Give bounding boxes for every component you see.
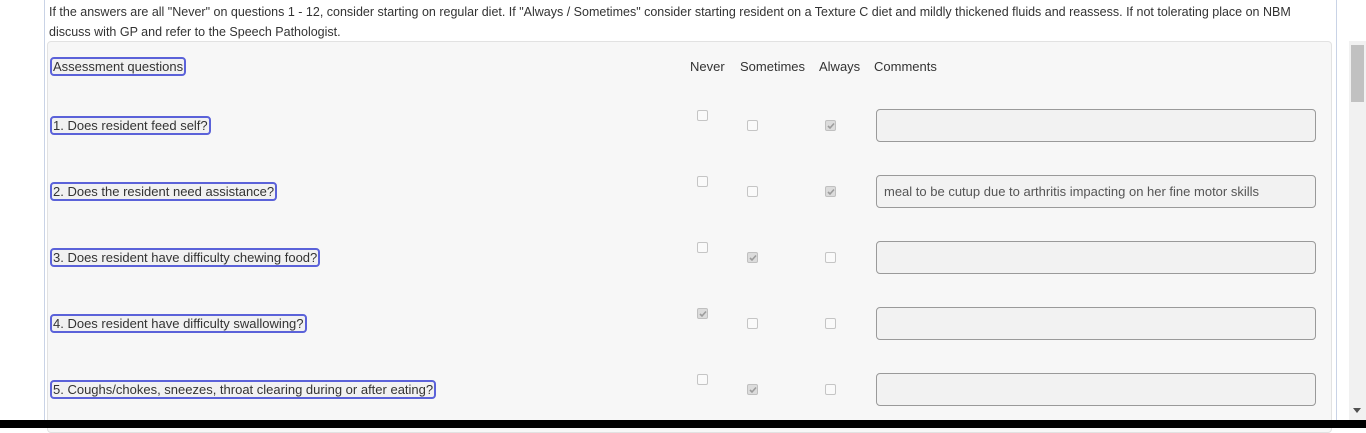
chevron-down-icon[interactable]: [1352, 405, 1362, 415]
always-checkbox[interactable]: [825, 186, 836, 197]
sometimes-checkbox[interactable]: [747, 186, 758, 197]
question-label: 2. Does the resident need assistance?: [50, 182, 278, 201]
check-icon: [749, 254, 757, 262]
assessment-questions-header: Assessment questions: [50, 57, 187, 76]
page-border-right: [1336, 0, 1337, 420]
column-comments: Comments: [874, 59, 937, 74]
question-label: 5. Coughs/chokes, sneezes, throat cleari…: [50, 380, 437, 399]
never-checkbox[interactable]: [697, 308, 708, 319]
check-icon: [827, 188, 835, 196]
sometimes-checkbox[interactable]: [747, 384, 758, 395]
comment-input[interactable]: [876, 109, 1316, 142]
column-sometimes: Sometimes: [740, 59, 806, 74]
never-checkbox[interactable]: [697, 242, 708, 253]
check-icon: [749, 386, 757, 394]
question-label: 4. Does resident have difficulty swallow…: [50, 314, 307, 333]
check-icon: [827, 122, 835, 130]
vertical-scrollbar[interactable]: [1349, 41, 1366, 420]
question-label: 3. Does resident have difficulty chewing…: [50, 248, 321, 267]
always-checkbox[interactable]: [825, 252, 836, 263]
taskbar-edge: [0, 420, 1366, 428]
comment-input[interactable]: [876, 373, 1316, 406]
sometimes-checkbox[interactable]: [747, 318, 758, 329]
comment-input[interactable]: [876, 241, 1316, 274]
always-checkbox[interactable]: [825, 384, 836, 395]
check-icon: [699, 310, 707, 318]
page-border-left: [44, 0, 45, 420]
never-checkbox[interactable]: [697, 176, 708, 187]
comment-input[interactable]: [876, 307, 1316, 340]
sometimes-checkbox[interactable]: [747, 252, 758, 263]
always-checkbox[interactable]: [825, 318, 836, 329]
sometimes-checkbox[interactable]: [747, 120, 758, 131]
never-checkbox[interactable]: [697, 374, 708, 385]
question-label: 1. Does resident feed self?: [50, 116, 211, 135]
never-checkbox[interactable]: [697, 110, 708, 121]
column-always: Always: [819, 59, 861, 74]
column-never: Never: [690, 59, 725, 74]
always-checkbox[interactable]: [825, 120, 836, 131]
diet-instructions: If the answers are all "Never" on questi…: [49, 5, 1291, 39]
scrollbar-thumb[interactable]: [1351, 45, 1364, 102]
comment-input[interactable]: meal to be cutup due to arthritis impact…: [876, 175, 1316, 208]
